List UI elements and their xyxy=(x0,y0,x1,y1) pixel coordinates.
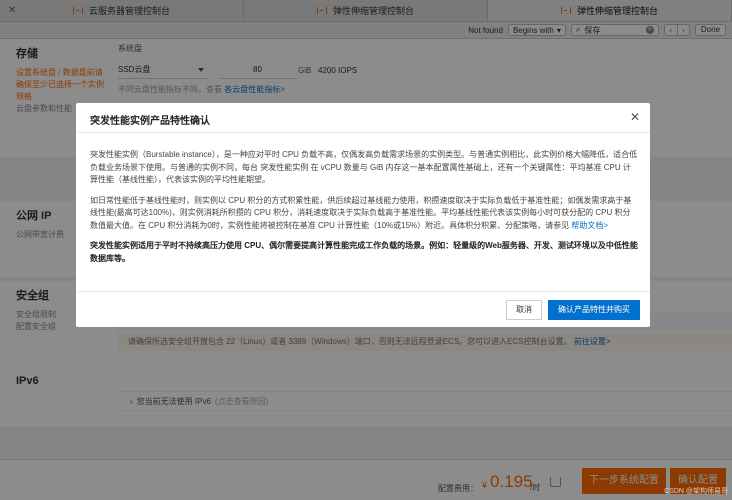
burstable-instance-dialog: 突发性能实例产品特性确认 ✕ 突发性能实例（Burstable instance… xyxy=(76,103,650,327)
watermark: CSDN @架构师易哥 xyxy=(664,488,728,495)
help-docs-link[interactable]: 帮助文档> xyxy=(571,221,608,230)
dialog-footer: 取消 确认产品特性并购买 xyxy=(76,291,650,327)
close-icon[interactable]: ✕ xyxy=(630,110,640,124)
dialog-paragraph-1: 突发性能实例（Burstable instance），是一种应对平时 CPU 负… xyxy=(90,150,638,184)
dialog-paragraph-3: 突发性能实例适用于平时不持续高压力使用 CPU、偶尔需要提高计算性能完成工作负载… xyxy=(90,241,638,263)
dialog-title: 突发性能实例产品特性确认 xyxy=(90,116,210,127)
dialog-header: 突发性能实例产品特性确认 ✕ xyxy=(76,103,650,133)
dialog-paragraph-2: 如日常性能低于基线性能时，则实例以 CPU 积分的方式积累性能，供后续超过基线能… xyxy=(90,195,638,233)
dialog-paragraph-2-text: 如日常性能低于基线性能时，则实例以 CPU 积分的方式积累性能，供后续超过基线能… xyxy=(90,195,632,230)
cancel-button[interactable]: 取消 xyxy=(506,300,542,320)
dialog-body: 突发性能实例（Burstable instance），是一种应对平时 CPU 负… xyxy=(90,149,638,273)
confirm-purchase-button[interactable]: 确认产品特性并购买 xyxy=(548,300,640,320)
